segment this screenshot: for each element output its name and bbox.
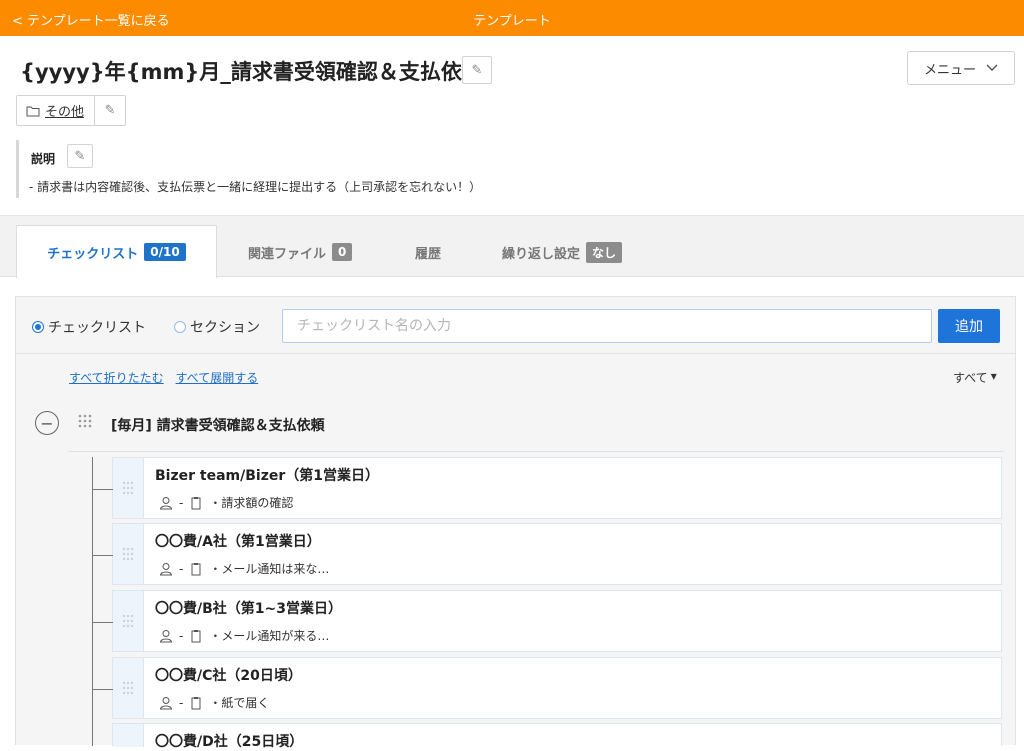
memo-icon xyxy=(191,696,201,709)
radio-dot xyxy=(174,321,186,333)
tab-repeat-settings[interactable]: 繰り返し設定 なし xyxy=(502,226,623,278)
radio-section[interactable]: セクション xyxy=(174,317,260,337)
drag-handle-icon xyxy=(122,614,134,628)
item-title: 〇〇費/B社（第1~3営業日） xyxy=(155,601,342,617)
item-drag-handle[interactable] xyxy=(113,524,144,584)
item-assignee: - xyxy=(179,695,184,710)
tree-branch xyxy=(92,689,113,690)
expand-collapse-links: すべて折りたたむ すべて展開する xyxy=(69,369,266,386)
chevron-down-icon xyxy=(986,64,998,71)
collapse-section-button[interactable]: − xyxy=(35,411,59,435)
memo-icon xyxy=(191,562,201,575)
description-label: 説明 xyxy=(31,152,56,166)
item-meta: - ・紙で届く xyxy=(159,694,269,711)
chevron-left-icon: < xyxy=(12,14,23,29)
filter-dropdown[interactable]: すべて ▾ xyxy=(953,369,997,386)
memo-icon xyxy=(191,629,201,642)
back-label: テンプレート一覧に戻る xyxy=(27,14,170,29)
item-drag-handle[interactable] xyxy=(113,724,144,747)
tab-label: チェックリスト xyxy=(47,246,139,262)
folder-icon xyxy=(26,106,40,116)
tab-bar: チェックリスト 0/10 関連ファイル 0 履歴 繰り返し設定 なし xyxy=(0,215,1024,278)
radio-label: チェックリスト xyxy=(48,320,146,336)
item-title: 〇〇費/A社（第1営業日） xyxy=(155,534,321,550)
add-button[interactable]: 追加 xyxy=(938,309,1000,343)
edit-category-button[interactable]: ✎ xyxy=(95,96,125,125)
caret-down-icon: ▾ xyxy=(990,369,997,383)
category-group: その他 ✎ xyxy=(16,95,127,126)
repeat-badge: なし xyxy=(586,241,623,263)
category-link[interactable]: その他 xyxy=(17,96,96,125)
item-meta: - ・メール通知は来な… xyxy=(159,560,329,577)
tab-checklist[interactable]: チェックリスト 0/10 xyxy=(16,225,217,278)
tab-label: 関連ファイル xyxy=(248,246,327,262)
section-header: − [毎月] 請求書受領確認＆支払依頼 xyxy=(35,409,1003,437)
tab-label: 履歴 xyxy=(415,246,442,262)
item-drag-handle[interactable] xyxy=(113,658,144,718)
checklist-panel: チェックリスト セクション 追加 すべて折りたたむ すべて展開する すべて ▾ … xyxy=(15,296,1016,750)
pencil-icon: ✎ xyxy=(471,62,483,78)
page-title: {yyyy}年{mm}月_請求書受領確認＆支払依頼 xyxy=(20,60,483,84)
item-meta: - ・請求額の確認 xyxy=(159,494,293,511)
item-assignee: - xyxy=(179,495,184,510)
item-assignee: - xyxy=(179,561,184,576)
back-to-list-link[interactable]: < テンプレート一覧に戻る xyxy=(12,10,170,29)
checklist-item[interactable]: 〇〇費/D社（25日頃） xyxy=(112,723,1002,750)
menu-button[interactable]: メニュー xyxy=(907,51,1015,85)
item-drag-handle[interactable] xyxy=(113,591,144,651)
tree-branch xyxy=(92,555,113,556)
checklist-item[interactable]: 〇〇費/C社（20日頃） - ・紙で届く xyxy=(92,657,1002,719)
user-icon xyxy=(159,696,173,709)
tab-related-files[interactable]: 関連ファイル 0 xyxy=(248,226,353,278)
pencil-icon: ✎ xyxy=(74,148,86,164)
checklist-item[interactable]: 〇〇費/B社（第1~3営業日） - ・メール通知が来る… xyxy=(92,590,1002,652)
checklist-count-badge: 0/10 xyxy=(144,243,186,261)
filter-label: すべて xyxy=(953,371,988,385)
tree-branch xyxy=(92,622,113,623)
checklist-name-input[interactable] xyxy=(282,309,932,343)
checklist-item[interactable]: 〇〇費/A社（第1営業日） - ・メール通知は来な… xyxy=(92,523,1002,585)
expand-all-link[interactable]: すべて展開する xyxy=(176,371,259,385)
pencil-icon: ✎ xyxy=(104,103,116,118)
file-count-badge: 0 xyxy=(332,243,353,261)
item-title: Bizer team/Bizer（第1営業日） xyxy=(155,468,379,484)
item-assignee: - xyxy=(179,628,184,643)
radio-checklist[interactable]: チェックリスト xyxy=(32,317,146,337)
drag-handle-icon xyxy=(122,681,134,695)
minus-icon: − xyxy=(40,413,54,433)
item-title: 〇〇費/D社（25日頃） xyxy=(155,734,304,750)
tree-branch xyxy=(92,489,113,490)
edit-description-button[interactable]: ✎ xyxy=(67,144,93,168)
user-icon xyxy=(159,562,173,575)
menu-label: メニュー xyxy=(923,62,976,78)
radio-label: セクション xyxy=(190,320,260,336)
category-label: その他 xyxy=(45,105,85,120)
user-icon xyxy=(159,629,173,642)
item-memo: ・メール通知が来る… xyxy=(209,629,330,643)
drag-handle-icon[interactable] xyxy=(77,413,93,429)
description-text: - 請求書は内容確認後、支払伝票と一緒に経理に提出する（上司承認を忘れない！） xyxy=(29,180,482,194)
checklist-item[interactable]: Bizer team/Bizer（第1営業日） - ・請求額の確認 xyxy=(92,457,1002,519)
item-memo: ・請求額の確認 xyxy=(209,496,294,510)
description-block: 説明 ✎ - 請求書は内容確認後、支払伝票と一緒に経理に提出する（上司承認を忘れ… xyxy=(16,140,481,198)
item-drag-handle[interactable] xyxy=(113,458,144,518)
edit-title-button[interactable]: ✎ xyxy=(462,56,492,84)
top-bar: < テンプレート一覧に戻る テンプレート xyxy=(0,0,1024,36)
collapse-all-link[interactable]: すべて折りたたむ xyxy=(69,371,164,385)
item-memo: ・メール通知は来な… xyxy=(209,562,330,576)
drag-handle-icon xyxy=(122,547,134,561)
radio-dot xyxy=(32,321,44,333)
section-title: [毎月] 請求書受領確認＆支払依頼 xyxy=(111,418,325,434)
item-title: 〇〇費/C社（20日頃） xyxy=(155,668,302,684)
user-icon xyxy=(159,496,173,509)
tree-line xyxy=(92,457,93,746)
item-memo: ・紙で届く xyxy=(209,696,270,710)
memo-icon xyxy=(191,496,201,509)
add-item-row: チェックリスト セクション 追加 xyxy=(16,297,1015,354)
item-meta: - ・メール通知が来る… xyxy=(159,627,329,644)
section-divider xyxy=(68,451,1004,452)
tab-label: 繰り返し設定 xyxy=(502,246,581,262)
drag-handle-icon xyxy=(122,481,134,495)
tab-history[interactable]: 履歴 xyxy=(415,226,441,278)
